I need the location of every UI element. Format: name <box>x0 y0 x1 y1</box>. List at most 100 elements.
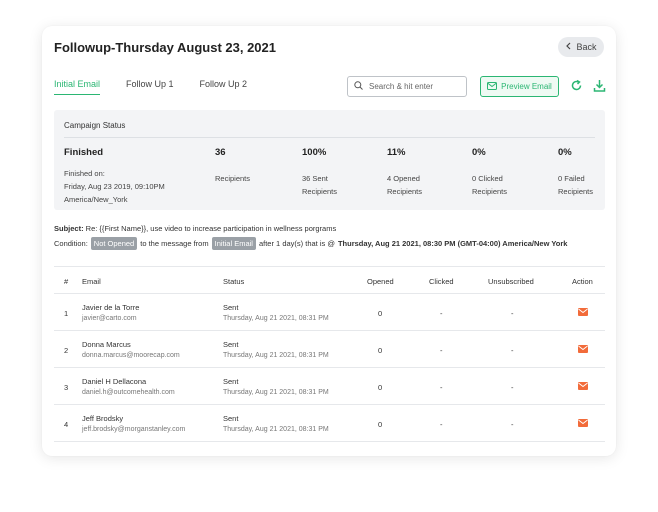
refresh-icon[interactable] <box>570 79 584 93</box>
condition-after: after 1 day(s) that is @ <box>258 239 335 248</box>
recipients-table: # Email Status Opened Clicked Unsubscrib… <box>54 266 605 442</box>
recipient-name: Jeff Brodsky <box>82 414 124 423</box>
finished-date: Friday, Aug 23 2019, 09:10PM <box>64 182 165 191</box>
row-number: 2 <box>64 346 69 355</box>
status-time: Thursday, Aug 21 2021, 08:31 PM <box>223 426 329 433</box>
opened-count: 0 <box>378 420 383 429</box>
mail-icon[interactable] <box>578 308 588 316</box>
chevron-left-icon <box>565 42 572 52</box>
col-header-opened: Opened <box>367 277 394 286</box>
status-text: Sent <box>223 303 239 312</box>
subject-line: Subject: Re: {{First Name}}, use video t… <box>54 224 336 233</box>
tab-bar: Initial Email Follow Up 1 Follow Up 2 <box>54 79 273 95</box>
recipient-name: Javier de la Torre <box>82 303 140 312</box>
recipient-email: donna.marcus@moorecap.com <box>82 352 180 359</box>
mail-icon[interactable] <box>578 345 588 353</box>
condition-line: Condition: Not Opened to the message fro… <box>54 237 567 250</box>
recipient-name: Donna Marcus <box>82 340 131 349</box>
stat-value: 0% <box>472 147 486 158</box>
stat-value: 11% <box>387 147 406 158</box>
stat-sent: 100% 36 Sent Recipients <box>302 146 337 198</box>
stat-label: 0 Failed <box>558 174 585 183</box>
subject-text: Re: {{First Name}}, use video to increas… <box>83 224 337 233</box>
stat-sublabel: Recipients <box>387 187 423 196</box>
preview-email-label: Preview Email <box>501 82 552 91</box>
unsubscribed-count: - <box>511 383 514 392</box>
tab-initial-email[interactable]: Initial Email <box>54 79 101 95</box>
unsubscribed-count: - <box>511 346 514 355</box>
stat-value: 100% <box>302 147 327 158</box>
opened-count: 0 <box>378 346 383 355</box>
mail-icon[interactable] <box>578 419 588 427</box>
stat-value: 36 <box>215 147 226 158</box>
mail-icon[interactable] <box>578 382 588 390</box>
subject-label: Subject: <box>54 224 84 233</box>
status-time: Thursday, Aug 21 2021, 08:31 PM <box>223 352 329 359</box>
col-header-action: Action <box>572 277 593 286</box>
tab-follow-up-1[interactable]: Follow Up 1 <box>126 79 174 95</box>
tab-follow-up-2[interactable]: Follow Up 2 <box>200 79 248 95</box>
stat-opened: 11% 4 Opened Recipients <box>387 146 422 198</box>
table-row: 4 Jeff Brodsky jeff.brodsky@morganstanle… <box>54 405 605 442</box>
stat-label: 36 Sent <box>302 174 328 183</box>
timezone: America/New_York <box>64 195 128 204</box>
campaign-status-title: Campaign Status <box>64 121 126 130</box>
search-icon <box>354 81 363 92</box>
status-text: Sent <box>223 340 239 349</box>
table-row: 3 Daniel H Dellacona daniel.h@outcomehea… <box>54 368 605 405</box>
stat-clicked: 0% 0 Clicked Recipients <box>472 146 507 198</box>
condition-mid: to the message from <box>140 239 209 248</box>
search-placeholder: Search & hit enter <box>369 82 434 91</box>
stat-recipients: 36 Recipients <box>215 146 250 185</box>
finished-on-label: Finished on: <box>64 169 105 178</box>
condition-datetime: Thursday, Aug 21 2021, 08:30 PM (GMT-04:… <box>337 239 568 248</box>
unsubscribed-count: - <box>511 309 514 318</box>
stat-sublabel: Recipients <box>302 187 338 196</box>
unsubscribed-count: - <box>511 420 514 429</box>
clicked-count: - <box>440 420 443 429</box>
opened-count: 0 <box>378 309 383 318</box>
col-header-clicked: Clicked <box>429 277 454 286</box>
status-time: Thursday, Aug 21 2021, 08:31 PM <box>223 389 329 396</box>
mail-icon <box>487 81 498 92</box>
condition-pill-initial-email: Initial Email <box>211 237 256 250</box>
status-text: Sent <box>223 377 239 386</box>
recipient-email: javier@carto.com <box>82 315 137 322</box>
page-title: Followup-Thursday August 23, 2021 <box>54 40 276 55</box>
status-value: Finished <box>64 147 104 158</box>
opened-count: 0 <box>378 383 383 392</box>
table-row: 1 Javier de la Torre javier@carto.com Se… <box>54 294 605 331</box>
status-finished: Finished Finished on: Friday, Aug 23 201… <box>64 146 165 206</box>
stat-failed: 0% 0 Failed Recipients <box>558 146 593 198</box>
row-number: 4 <box>64 420 69 429</box>
search-input[interactable]: Search & hit enter <box>347 76 467 97</box>
stat-value: 0% <box>558 147 572 158</box>
campaign-card: Followup-Thursday August 23, 2021 Back I… <box>42 26 616 456</box>
campaign-status-panel: Campaign Status Finished Finished on: Fr… <box>54 110 605 210</box>
col-header-unsubscribed: Unsubscribed <box>488 277 534 286</box>
recipient-email: jeff.brodsky@morganstanley.com <box>82 426 186 433</box>
download-icon[interactable] <box>593 79 607 93</box>
preview-email-button[interactable]: Preview Email <box>480 76 559 97</box>
stat-label: 0 Clicked <box>472 174 503 183</box>
row-number: 1 <box>64 309 69 318</box>
status-text: Sent <box>223 414 239 423</box>
stat-sublabel: Recipients <box>558 187 594 196</box>
clicked-count: - <box>440 309 443 318</box>
status-time: Thursday, Aug 21 2021, 08:31 PM <box>223 315 329 322</box>
row-number: 3 <box>64 383 69 392</box>
stat-label: 4 Opened <box>387 174 420 183</box>
clicked-count: - <box>440 346 443 355</box>
condition-label: Condition: <box>54 239 88 248</box>
recipient-name: Daniel H Dellacona <box>82 377 147 386</box>
condition-pill-not-opened: Not Opened <box>90 237 138 250</box>
divider <box>64 137 595 138</box>
back-button[interactable]: Back <box>558 37 604 57</box>
table-row: 2 Donna Marcus donna.marcus@moorecap.com… <box>54 331 605 368</box>
table-header: # Email Status Opened Clicked Unsubscrib… <box>54 266 605 294</box>
clicked-count: - <box>440 383 443 392</box>
col-header-num: # <box>64 277 69 286</box>
recipient-email: daniel.h@outcomehealth.com <box>82 389 175 396</box>
col-header-email: Email <box>82 277 101 286</box>
stat-sublabel: Recipients <box>472 187 508 196</box>
